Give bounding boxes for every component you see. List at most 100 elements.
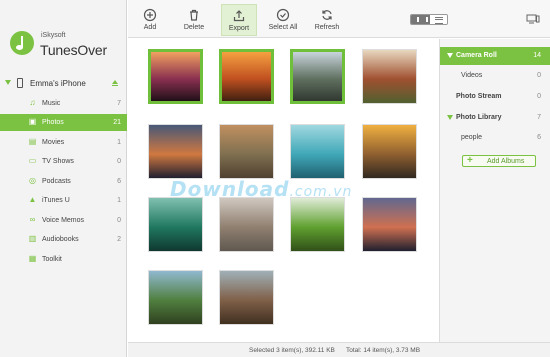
expand-arrow-icon[interactable]	[447, 53, 453, 58]
export-button[interactable]: Export	[221, 4, 257, 36]
album-people[interactable]: people 6	[440, 129, 550, 147]
export-label: Export	[228, 25, 250, 32]
album-photo-stream[interactable]: Photo Stream 0	[440, 88, 550, 106]
photo-thumbnail[interactable]	[219, 124, 274, 179]
sidebar-item-count: 2	[117, 236, 121, 243]
phone-icon	[17, 78, 23, 88]
expand-arrow-icon[interactable]	[447, 115, 453, 120]
eject-icon[interactable]	[112, 80, 118, 86]
sidebar-item-label: Voice Memos	[42, 217, 85, 224]
total-status: Total: 14 item(s), 3.73 MB	[346, 347, 421, 354]
sidebar-item-label: Movies	[42, 139, 65, 146]
photo-image	[363, 125, 416, 178]
app-logo	[10, 31, 34, 55]
sidebar-item-label: TV Shows	[42, 158, 74, 165]
sidebar: iSkysoft TunesOver Emma's iPhone ♫ Music 7…	[0, 0, 127, 357]
device-header[interactable]: Emma's iPhone	[0, 76, 127, 92]
photo-image	[149, 271, 202, 324]
photo-thumbnail[interactable]	[362, 124, 417, 179]
photo-image	[220, 198, 273, 251]
album-camera-roll[interactable]: Camera Roll 14	[440, 47, 550, 65]
podcast-icon: ◎	[29, 176, 36, 185]
album-photo-library[interactable]: Photo Library 7	[440, 109, 550, 127]
photo-image	[149, 125, 202, 178]
device-name: Emma's iPhone	[30, 79, 86, 88]
export-icon	[233, 10, 245, 22]
sidebar-item-count: 1	[117, 139, 121, 146]
sidebar-item-itunes-u[interactable]: ▲ iTunes U 1	[0, 192, 127, 209]
sidebar-item-podcasts[interactable]: ◎ Podcasts 6	[0, 173, 127, 190]
photo-thumbnail[interactable]	[148, 197, 203, 252]
photo-image	[222, 52, 271, 101]
album-videos[interactable]: Videos 0	[440, 67, 550, 85]
sidebar-item-label: Podcasts	[42, 178, 71, 185]
select-all-button[interactable]: Select All	[265, 4, 301, 36]
toolkit-icon: ▦	[28, 254, 37, 263]
sidebar-item-label: Toolkit	[42, 256, 62, 263]
select-all-label: Select All	[268, 24, 298, 31]
sidebar-item-toolkit[interactable]: ▦ Toolkit	[0, 251, 127, 268]
photo-image	[291, 198, 344, 251]
photo-image	[291, 125, 344, 178]
photo-image	[293, 52, 342, 101]
tv-icon: ▭	[28, 156, 37, 165]
photo-thumbnail[interactable]	[362, 197, 417, 252]
sidebar-item-count: 1	[117, 197, 121, 204]
photo-icon: ▣	[28, 117, 37, 126]
sidebar-item-label: iTunes U	[42, 197, 70, 204]
selection-status: Selected 3 item(s), 392.11 KB	[249, 347, 335, 354]
sidebar-item-music[interactable]: ♫ Music 7	[0, 95, 127, 112]
photo-thumbnail[interactable]	[290, 49, 345, 104]
refresh-label: Refresh	[314, 24, 340, 31]
device-manager-icon[interactable]	[526, 14, 540, 24]
add-button[interactable]: Add	[132, 4, 168, 36]
photo-image	[149, 198, 202, 251]
grid-view-icon[interactable]	[411, 15, 430, 24]
plus-icon: +	[467, 155, 473, 166]
sidebar-item-photos[interactable]: ▣ Photos 21	[0, 114, 127, 131]
photo-thumbnail[interactable]	[148, 270, 203, 325]
graduation-cap-icon: ▲	[28, 195, 37, 204]
photo-image	[220, 125, 273, 178]
sidebar-item-tv-shows[interactable]: ▭ TV Shows 0	[0, 153, 127, 170]
add-albums-button[interactable]: + Add Albums	[462, 155, 536, 167]
photo-thumbnail[interactable]	[219, 49, 274, 104]
photo-thumbnail[interactable]	[219, 197, 274, 252]
add-label: Add	[143, 24, 157, 31]
add-icon	[143, 8, 157, 22]
checkmark-circle-icon	[276, 8, 290, 22]
app-vendor: iSkysoft	[41, 32, 66, 39]
sidebar-item-count: 7	[117, 100, 121, 107]
voicemail-icon: ∞	[29, 215, 36, 224]
watermark: Download.com.vn	[170, 177, 353, 201]
music-note-icon: ♫	[29, 98, 36, 107]
photo-thumbnail[interactable]	[148, 49, 203, 104]
photo-image	[363, 50, 416, 103]
sidebar-item-count: 6	[117, 178, 121, 185]
book-icon: ▥	[28, 234, 37, 243]
photo-image	[220, 271, 273, 324]
photo-thumbnail[interactable]	[290, 197, 345, 252]
refresh-button[interactable]: Refresh	[309, 4, 345, 36]
photo-image	[151, 52, 200, 101]
photo-thumbnail[interactable]	[148, 124, 203, 179]
sidebar-item-count: 0	[117, 158, 121, 165]
sidebar-item-label: Music	[42, 100, 61, 107]
trash-icon	[190, 9, 198, 21]
sidebar-item-count: 0	[117, 217, 121, 224]
delete-button[interactable]: Delete	[176, 4, 212, 36]
toolbar: Add Delete Export Select All Refresh	[128, 0, 550, 38]
photo-thumbnail[interactable]	[219, 270, 274, 325]
album-panel: Camera Roll 14 Videos 0 Photo Stream 0 P…	[439, 39, 550, 342]
sidebar-item-voice-memos[interactable]: ∞ Voice Memos 0	[0, 212, 127, 229]
view-toggle	[410, 14, 448, 25]
film-icon: ▤	[28, 137, 37, 146]
list-view-icon[interactable]	[430, 15, 447, 24]
photo-image	[363, 198, 416, 251]
photo-thumbnail[interactable]	[290, 124, 345, 179]
sidebar-item-audiobooks[interactable]: ▥ Audiobooks 2	[0, 231, 127, 248]
expand-arrow-icon[interactable]	[5, 80, 11, 85]
photo-thumbnail[interactable]	[362, 49, 417, 104]
sidebar-item-label: Photos	[42, 119, 64, 126]
sidebar-item-movies[interactable]: ▤ Movies 1	[0, 134, 127, 151]
